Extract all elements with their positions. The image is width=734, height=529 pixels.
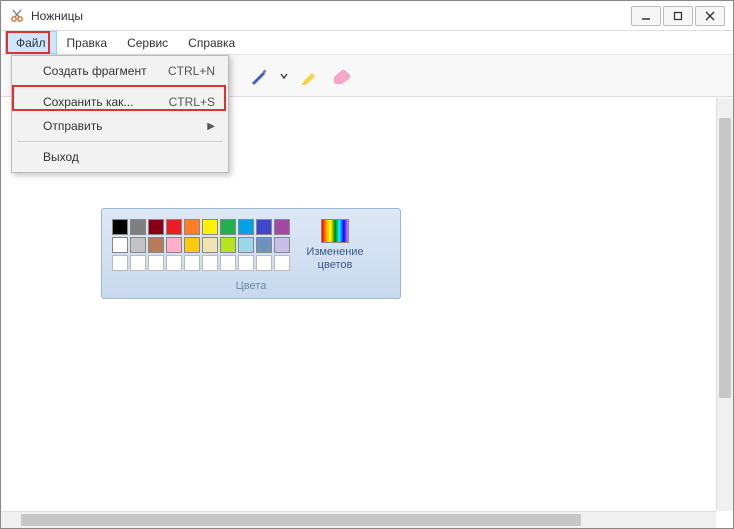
color-swatch[interactable] [166, 255, 182, 271]
color-swatch[interactable] [130, 255, 146, 271]
color-swatch[interactable] [148, 219, 164, 235]
color-swatch[interactable] [256, 219, 272, 235]
color-swatch[interactable] [166, 237, 182, 253]
window-title: Ножницы [31, 9, 629, 23]
chevron-right-icon: ▶ [207, 121, 215, 132]
color-swatch[interactable] [274, 219, 290, 235]
menu-item-label: Сохранить как... [43, 95, 133, 109]
rainbow-icon [321, 219, 349, 243]
menu-edit[interactable]: Правка [57, 31, 118, 54]
color-swatch[interactable] [238, 237, 254, 253]
menu-separator [17, 86, 223, 87]
color-swatch[interactable] [274, 237, 290, 253]
color-swatch[interactable] [112, 219, 128, 235]
window-controls [629, 6, 725, 26]
app-window: Ножницы Файл Правка Сервис Справка Созда… [0, 0, 734, 529]
color-swatch[interactable] [184, 219, 200, 235]
menu-item-shortcut: CTRL+S [169, 95, 215, 109]
color-swatch[interactable] [220, 255, 236, 271]
menu-item-exit[interactable]: Выход [15, 145, 225, 169]
menu-separator [17, 141, 223, 142]
menu-item-send[interactable]: Отправить ▶ [15, 114, 225, 138]
menu-item-label: Отправить [43, 119, 103, 133]
color-swatch[interactable] [166, 219, 182, 235]
menu-file[interactable]: Файл [5, 31, 57, 54]
color-swatch[interactable] [202, 219, 218, 235]
eraser-icon[interactable] [329, 64, 353, 88]
titlebar: Ножницы [1, 1, 733, 31]
color-palette: Изменение цветов Цвета [101, 208, 401, 299]
color-swatch[interactable] [238, 219, 254, 235]
pen-icon[interactable] [247, 64, 271, 88]
color-swatch[interactable] [148, 237, 164, 253]
scissors-icon [9, 8, 25, 24]
scrollbar-thumb[interactable] [719, 118, 731, 398]
menu-item-new[interactable]: Создать фрагмент CTRL+N [15, 59, 225, 83]
color-swatch[interactable] [112, 237, 128, 253]
scrollbar-thumb[interactable] [21, 514, 581, 526]
edit-colors-label: Изменение цветов [300, 246, 370, 272]
color-swatch[interactable] [202, 255, 218, 271]
swatch-grid [112, 219, 290, 272]
color-swatch[interactable] [220, 237, 236, 253]
color-swatch[interactable] [220, 219, 236, 235]
menubar: Файл Правка Сервис Справка [1, 31, 733, 55]
color-swatch[interactable] [184, 237, 200, 253]
scrollbar-vertical[interactable] [716, 98, 733, 511]
menu-item-label: Создать фрагмент [43, 64, 147, 78]
palette-title: Цвета [112, 280, 390, 292]
scrollbar-horizontal[interactable] [1, 511, 716, 528]
color-swatch[interactable] [130, 237, 146, 253]
color-swatch[interactable] [202, 237, 218, 253]
color-swatch[interactable] [256, 237, 272, 253]
highlighter-icon[interactable] [297, 64, 321, 88]
color-swatch[interactable] [238, 255, 254, 271]
minimize-button[interactable] [631, 6, 661, 26]
menu-item-label: Выход [43, 150, 79, 164]
color-swatch[interactable] [274, 255, 290, 271]
edit-colors-button[interactable]: Изменение цветов [300, 219, 370, 272]
menu-item-save-as[interactable]: Сохранить как... CTRL+S [15, 90, 225, 114]
color-swatch[interactable] [256, 255, 272, 271]
maximize-button[interactable] [663, 6, 693, 26]
color-swatch[interactable] [184, 255, 200, 271]
close-button[interactable] [695, 6, 725, 26]
chevron-down-icon[interactable] [279, 64, 289, 88]
menu-help[interactable]: Справка [178, 31, 245, 54]
menu-tools[interactable]: Сервис [117, 31, 178, 54]
color-swatch[interactable] [148, 255, 164, 271]
menu-item-shortcut: CTRL+N [168, 64, 215, 78]
color-swatch[interactable] [130, 219, 146, 235]
file-dropdown: Создать фрагмент CTRL+N Сохранить как...… [11, 55, 229, 173]
color-swatch[interactable] [112, 255, 128, 271]
